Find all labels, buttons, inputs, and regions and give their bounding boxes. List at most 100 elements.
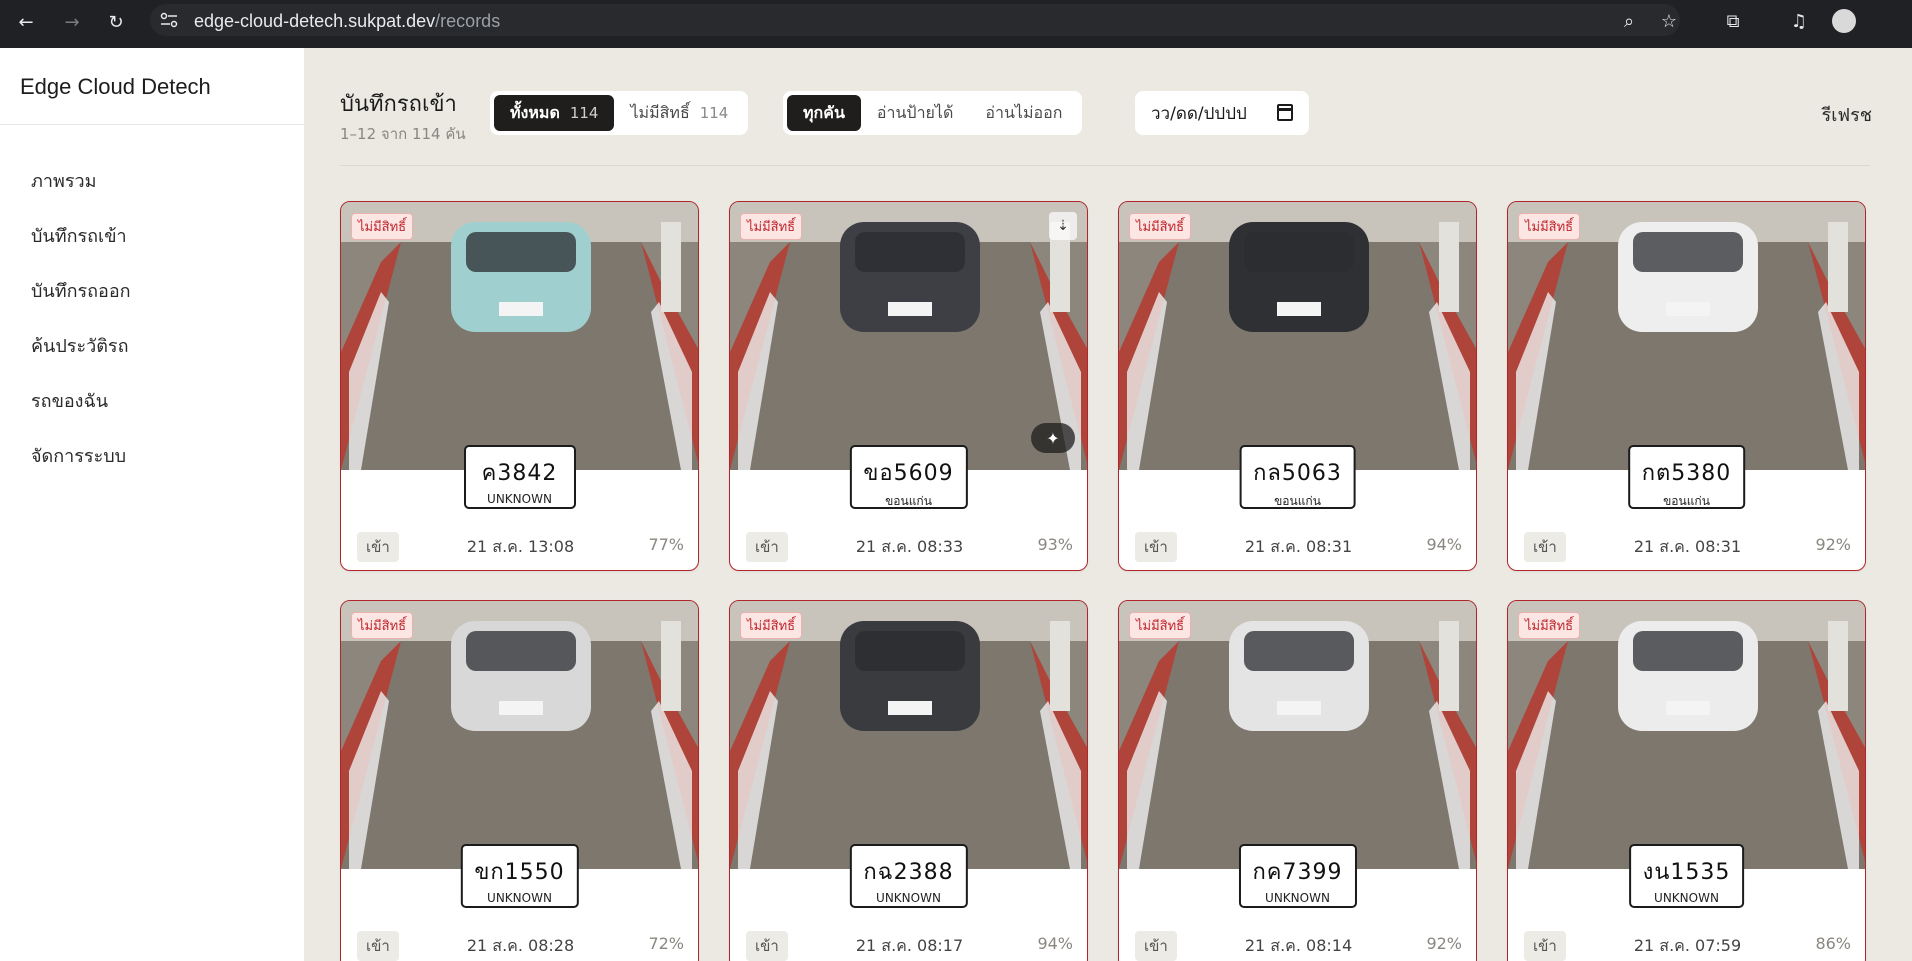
license-plate: กต5380 ขอนแก่น	[1627, 445, 1746, 509]
magic-wand-icon[interactable]: ✦	[1031, 423, 1075, 453]
record-card[interactable]: ไม่มีสิทธิ์ ⇣ ✦ ขอ5609 ขอนแก่น เข้า 21 ส.ค. 08…	[729, 201, 1088, 571]
camera-snapshot[interactable]	[1119, 202, 1476, 470]
snapshot-image	[1119, 601, 1476, 869]
status-badge: ไม่มีสิทธิ์	[740, 612, 803, 639]
record-card[interactable]: ไม่มีสิทธิ์ กฉ2388 UNKNOWN เข้า 21 ส.ค. 08:1…	[729, 600, 1088, 961]
url-path: /records	[435, 11, 501, 31]
filter-all-count: 114	[569, 104, 599, 122]
record-time: 21 ส.ค. 08:17	[855, 936, 964, 955]
access-filter: ทั้งหมด 114 ไม่มีสิทธิ์ 114	[490, 91, 749, 135]
record-card[interactable]: ไม่มีสิทธิ์ ค3842 UNKNOWN เข้า 21 ส.ค. 13:08…	[340, 201, 699, 571]
filter-unauthorized-label: ไม่มีสิทธิ์	[630, 102, 690, 122]
camera-snapshot[interactable]	[1508, 601, 1865, 869]
download-icon[interactable]: ⇣	[1049, 212, 1077, 240]
plate-number: ขอ5609	[863, 461, 954, 486]
camera-snapshot[interactable]	[730, 601, 1087, 869]
status-badge: ไม่มีสิทธิ์	[740, 213, 803, 240]
license-plate: งน1535 UNKNOWN	[1628, 844, 1745, 908]
sidebar-item-vehicle-history[interactable]: ค้นประวัติรถ	[0, 319, 304, 374]
card-footer: เข้า 21 ส.ค. 08:31 94%	[1119, 530, 1476, 562]
snapshot-image	[1119, 202, 1476, 470]
camera-snapshot[interactable]	[1119, 601, 1476, 869]
calendar-icon[interactable]	[1277, 104, 1293, 121]
status-badge: ไม่มีสิทธิ์	[1129, 213, 1192, 240]
record-card[interactable]: ไม่มีสิทธิ์ กล5063 ขอนแก่น เข้า 21 ส.ค. 08:3…	[1118, 201, 1477, 571]
reload-icon[interactable]: ↻	[100, 6, 132, 38]
filter-every-car[interactable]: ทุกคัน	[787, 95, 861, 131]
refresh-button[interactable]: รีเฟรช	[1822, 100, 1872, 129]
status-badge: ไม่มีสิทธิ์	[1518, 213, 1581, 240]
bookmark-star-icon[interactable]: ☆	[1654, 6, 1684, 36]
status-badge: ไม่มีสิทธิ์	[1518, 612, 1581, 639]
snapshot-image	[341, 202, 698, 470]
plate-province: UNKNOWN	[1265, 891, 1330, 905]
extensions-icon[interactable]: ⧉	[1718, 6, 1748, 36]
status-badge: ไม่มีสิทธิ์	[351, 612, 414, 639]
plate-province: ขอนแก่น	[1274, 494, 1321, 508]
record-time: 21 ส.ค. 07:59	[1633, 936, 1742, 955]
media-icon[interactable]: ♫	[1784, 6, 1814, 36]
date-placeholder: วว/ดด/ปปปป	[1151, 103, 1247, 124]
filter-all-label: ทั้งหมด	[510, 102, 560, 122]
sidebar-menu: ภาพรวม บันทึกรถเข้า บันทึกรถออก ค้นประวั…	[0, 154, 304, 484]
camera-snapshot[interactable]	[341, 601, 698, 869]
page-subtitle: 1–12 จาก 114 คัน	[340, 125, 466, 143]
filter-plate-readable[interactable]: อ่านป้ายได้	[861, 95, 969, 131]
profile-avatar[interactable]	[1832, 9, 1856, 33]
card-footer: เข้า 21 ส.ค. 08:17 94%	[730, 929, 1087, 961]
confidence-score: 94%	[1037, 934, 1073, 953]
filter-plate-unreadable[interactable]: อ่านไม่ออก	[969, 95, 1078, 131]
filter-unauthorized[interactable]: ไม่มีสิทธิ์ 114	[614, 95, 744, 131]
address-bar[interactable]: edge-cloud-detech.sukpat.dev/records	[150, 4, 1680, 36]
plate-number: กฉ2388	[863, 860, 954, 885]
plate-province: UNKNOWN	[487, 891, 552, 905]
snapshot-image	[341, 601, 698, 869]
plate-number: กต5380	[1641, 461, 1732, 486]
record-time: 21 ส.ค. 08:33	[855, 537, 964, 556]
back-icon[interactable]: ←	[10, 6, 42, 38]
status-badge: ไม่มีสิทธิ์	[351, 213, 414, 240]
sidebar-item-my-cars[interactable]: รถของฉัน	[0, 374, 304, 429]
url-text: edge-cloud-detech.sukpat.dev/records	[194, 11, 500, 32]
forward-icon[interactable]: →	[56, 6, 88, 38]
record-card[interactable]: ไม่มีสิทธิ์ งน1535 UNKNOWN เข้า 21 ส.ค. 07:5…	[1507, 600, 1866, 961]
license-plate: กค7399 UNKNOWN	[1238, 844, 1357, 908]
confidence-score: 72%	[648, 934, 684, 953]
brand-name: Edge Cloud Detech	[20, 74, 211, 99]
sidebar-item-entry-records[interactable]: บันทึกรถเข้า	[0, 209, 304, 264]
record-card[interactable]: ไม่มีสิทธิ์ กค7399 UNKNOWN เข้า 21 ส.ค. 08:1…	[1118, 600, 1477, 961]
snapshot-image	[730, 601, 1087, 869]
plate-province: UNKNOWN	[876, 891, 941, 905]
zoom-icon[interactable]: ⌕	[1614, 6, 1644, 36]
license-plate: กล5063 ขอนแก่น	[1239, 445, 1356, 509]
sidebar-item-admin[interactable]: จัดการระบบ	[0, 429, 304, 484]
confidence-score: 77%	[648, 535, 684, 554]
confidence-score: 94%	[1426, 535, 1462, 554]
record-time: 21 ส.ค. 08:28	[466, 936, 575, 955]
record-time: 21 ส.ค. 08:31	[1244, 537, 1353, 556]
record-card[interactable]: ไม่มีสิทธิ์กต5380 ขอนแก่นเข้า 21 ส.ค. 08:3…	[1507, 201, 1866, 571]
sidebar: Edge Cloud Detech ภาพรวม บันทึกรถเข้า บั…	[0, 48, 304, 961]
page-title: บันทึกรถเข้า	[340, 92, 457, 117]
record-time: 21 ส.ค. 08:14	[1244, 936, 1353, 955]
sidebar-item-exit-records[interactable]: บันทึกรถออก	[0, 264, 304, 319]
plate-number: กล5063	[1253, 461, 1342, 486]
license-plate: ขอ5609 ขอนแก่น	[849, 445, 968, 509]
url-host: edge-cloud-detech.sukpat.dev	[194, 11, 436, 31]
plate-number: ค3842	[481, 461, 558, 486]
site-settings-icon[interactable]	[160, 12, 178, 28]
record-time: 21 ส.ค. 13:08	[466, 537, 575, 556]
filter-all[interactable]: ทั้งหมด 114	[494, 95, 615, 131]
sidebar-item-overview[interactable]: ภาพรวม	[0, 154, 304, 209]
confidence-score: 93%	[1037, 535, 1073, 554]
plate-province: UNKNOWN	[487, 492, 552, 506]
plate-number: ขก1550	[474, 860, 565, 885]
snapshot-image	[1508, 202, 1865, 470]
card-footer: เข้า 21 ส.ค. 08:31 92%	[1508, 530, 1865, 562]
record-time: 21 ส.ค. 08:31	[1633, 537, 1742, 556]
camera-snapshot[interactable]	[341, 202, 698, 470]
record-card[interactable]: ไม่มีสิทธิ์ ขก1550 UNKNOWN เข้า 21 ส.ค. 08:2…	[340, 600, 699, 961]
date-input[interactable]: วว/ดด/ปปปป	[1135, 91, 1309, 135]
camera-snapshot[interactable]	[1508, 202, 1865, 470]
header-divider	[340, 165, 1870, 166]
